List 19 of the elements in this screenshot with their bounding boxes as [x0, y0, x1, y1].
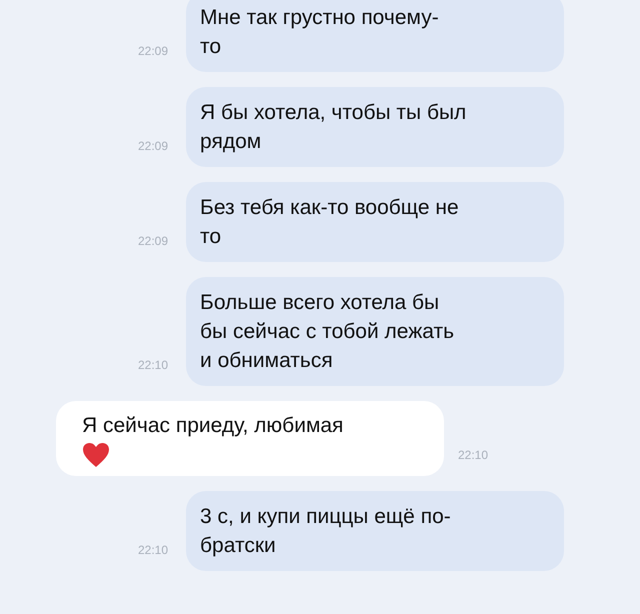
heart-icon	[82, 442, 110, 468]
message-text: бы сейчас с тобой лежать	[200, 319, 456, 345]
message-text: рядом	[200, 129, 262, 155]
message-time: 22:09	[138, 43, 168, 60]
message-text: Без тебя как-то вообще не	[200, 195, 460, 221]
message-text: Я сейчас приеду, любимая	[82, 413, 344, 439]
message-text: 3 с, и купи пиццы ещё по-	[200, 504, 452, 530]
message-text: Я бы хотела, чтобы ты был	[200, 100, 468, 126]
message-text: и обниматься	[200, 348, 334, 374]
message-text: Мне так грустно почему-	[200, 5, 440, 31]
message-time: 22:10	[138, 542, 168, 559]
message-text: то	[200, 224, 222, 250]
message-text: Больше всего хотела бы	[200, 290, 440, 316]
message-text: то	[200, 34, 222, 60]
message-time: 22:09	[138, 233, 168, 250]
message-text: братски	[200, 533, 277, 559]
message-time: 22:10	[458, 447, 488, 464]
message-time: 22:10	[138, 357, 168, 374]
message-time: 22:09	[138, 138, 168, 155]
